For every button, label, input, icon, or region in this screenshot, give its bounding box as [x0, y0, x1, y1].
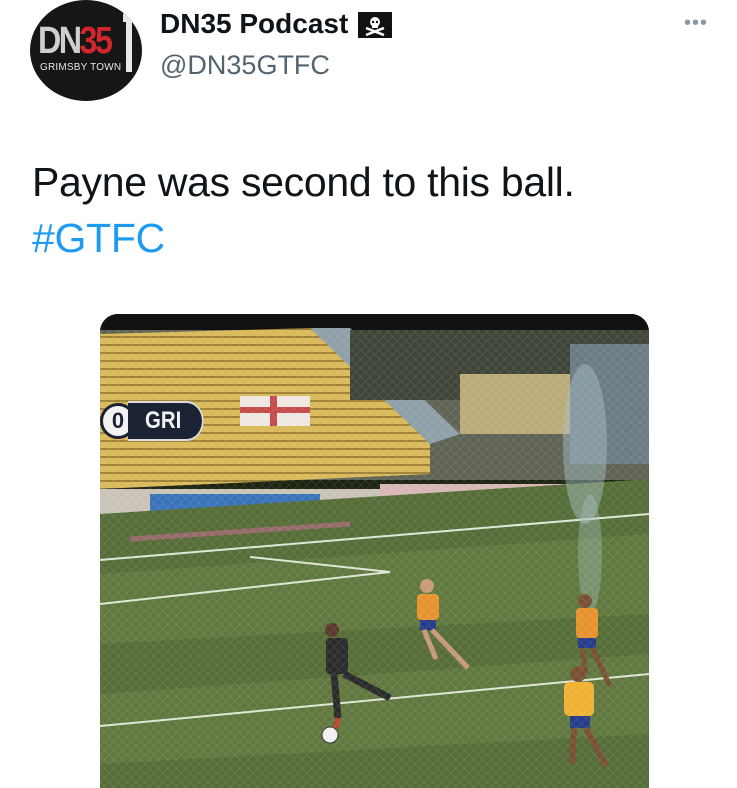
- pirate-flag-icon: [358, 12, 393, 38]
- dock-tower-icon: [123, 12, 135, 72]
- more-options-icon[interactable]: •••: [684, 12, 708, 35]
- author-display-name[interactable]: DN35 Podcast: [160, 8, 393, 40]
- avatar-logo-subtitle: GRIMSBY TOWN: [40, 62, 122, 73]
- hashtag-link[interactable]: #GTFC: [32, 210, 575, 266]
- author-name-text: DN35 Podcast: [160, 8, 349, 39]
- tweet-body: Payne was second to this ball. #GTFC: [32, 154, 575, 266]
- author-handle[interactable]: @DN35GTFC: [160, 50, 330, 81]
- tweet-media-image[interactable]: 0 GRI: [100, 314, 649, 788]
- tweet-text: Payne was second to this ball.: [32, 159, 575, 205]
- scorebug: 0 GRI: [100, 401, 217, 441]
- scorebug-team: GRI: [128, 401, 204, 441]
- match-scene-image: [100, 314, 649, 788]
- avatar-logo: DN35: [38, 20, 113, 62]
- author-avatar[interactable]: DN35 GRIMSBY TOWN: [30, 0, 142, 101]
